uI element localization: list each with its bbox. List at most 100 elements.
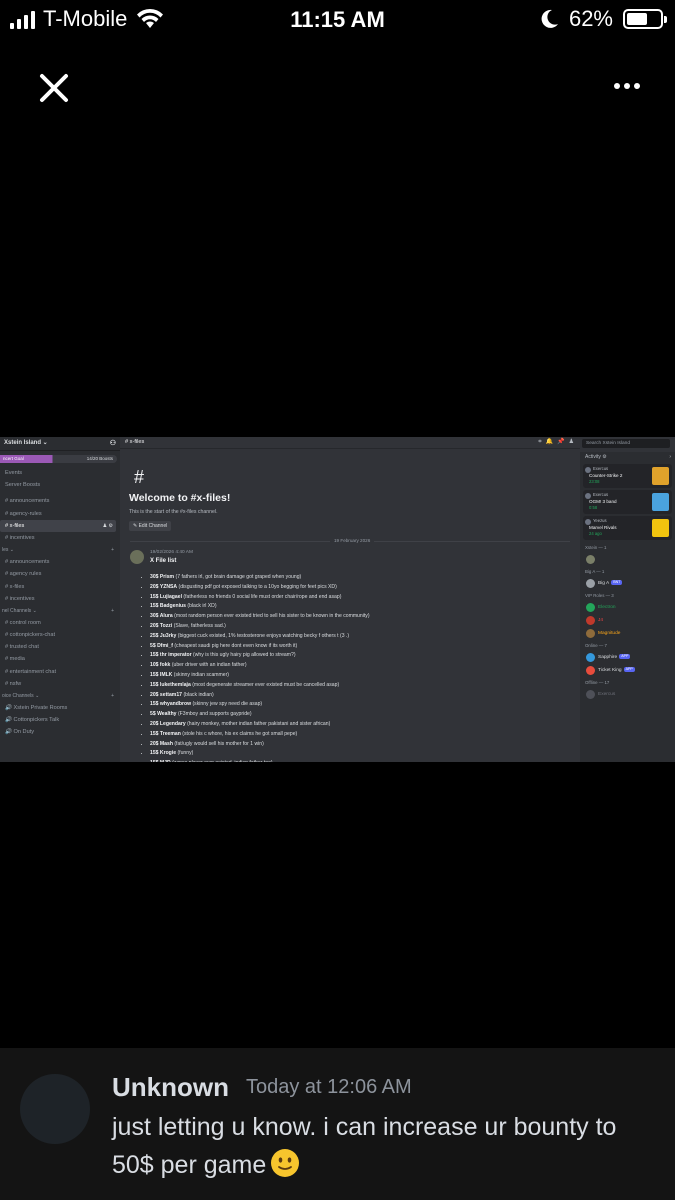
channel-label: On Duty	[13, 729, 35, 736]
list-item: 20$ Mash (fat/ugly would sell his mother…	[150, 740, 370, 750]
boost-goal-bar: ncert Goal 14/20 Boosts	[0, 455, 117, 463]
channel-item: # agency rules	[5, 571, 42, 578]
member-item: Electron	[580, 601, 675, 614]
server-name-label: Xstein Island	[4, 440, 42, 446]
header-icons: ⌗🔔📌♟	[538, 439, 578, 445]
channel-label: incentives	[9, 595, 35, 602]
more-options-button[interactable]	[607, 76, 647, 96]
list-item: 15$ IMLK (skinny indian scammer)	[150, 671, 370, 681]
share-icon: ⚇	[109, 440, 116, 447]
discord-chat-area: # x-files ⌗🔔📌♟ # Welcome to #x-files! Th…	[120, 437, 580, 762]
avatar[interactable]	[20, 1074, 90, 1144]
message-text: just letting u know. i can increase ur b…	[112, 1108, 657, 1184]
channel-item: # nsfw	[5, 680, 22, 687]
sender-name[interactable]: Unknown	[112, 1072, 229, 1103]
activity-card: Exercus Counter-Strike 2 23:08	[583, 464, 672, 488]
battery-fill	[627, 13, 647, 25]
list-item-desc: (F3mboy and supports gaypride)	[177, 711, 252, 718]
list-item-price-name: 15$ lukethemlaja	[150, 681, 191, 688]
more-dot	[614, 83, 620, 89]
list-item-price-name: 25$ Ju3rky	[150, 632, 177, 639]
member-tag: APP	[623, 667, 635, 673]
list-item-price-name: 10$ fokk	[150, 662, 171, 669]
member-name: J4	[598, 618, 604, 623]
voice-channel-item: 🔊 On Duty	[5, 729, 35, 736]
category-header: les ⌄ +	[0, 544, 120, 556]
channel-label: entertainment chat	[9, 668, 57, 675]
channel-label: announcements	[9, 559, 50, 566]
activity-card: Yeezus Marvel Rivals 24 ago	[583, 516, 672, 540]
boost-goal-label: ncert Goal	[3, 456, 24, 461]
list-item: 20$ Legendary (hairy monkey, mother indi…	[150, 720, 370, 730]
category-label: oice Channels	[2, 693, 34, 699]
moon-icon	[541, 9, 558, 28]
slightly-smiling-face-emoji	[271, 1149, 300, 1177]
member-tag: APP	[619, 654, 631, 660]
avatar	[586, 579, 595, 588]
date-divider-label: 19 February 2026	[330, 538, 375, 543]
list-item-price-name: 15$ MJD	[150, 760, 171, 762]
list-item: 30$ Alura (most random person ever exist…	[150, 612, 370, 622]
channel-label: incentives	[9, 534, 35, 541]
member-tag: BNT	[611, 580, 623, 586]
member-name: Magnitude	[598, 631, 621, 636]
game-art	[652, 493, 669, 511]
member-section-header: Xstein — 1	[585, 545, 607, 550]
channel-label: control room	[9, 619, 41, 626]
channel-item: # cottonpickers-chat	[5, 632, 56, 639]
channel-item: # announcements	[5, 559, 50, 566]
activity-card: Exercus OGM! 3 band 0:58	[583, 490, 672, 514]
message-timestamp: 19/02/2026 4:40 AM	[150, 550, 193, 555]
activity-duration: 24 ago	[589, 531, 602, 536]
channel-settings-icon: ♟ ⚙	[102, 522, 113, 529]
list-item-desc: (skinny jew spy need die asap)	[192, 701, 263, 708]
list-item: 5$ Wealthy (F3mboy and supports gaypride…	[150, 710, 370, 720]
game-art	[652, 467, 669, 485]
date-divider: 19 February 2026	[130, 538, 570, 543]
member-section-header: Online — 7	[585, 643, 607, 648]
list-item-desc: (skinny indian scammer)	[173, 671, 229, 678]
close-button[interactable]	[36, 70, 72, 106]
activity-game: Counter-Strike 2	[589, 473, 623, 478]
list-item-price-name: 5$ Dfmi_f	[150, 642, 173, 649]
member-item: Ticket King APP	[580, 664, 675, 677]
list-item: 20$ YZNSA (disgusting pdf got exposed ta…	[150, 583, 370, 593]
search-bar: Search Xstein Island	[582, 439, 670, 448]
category-label: les	[2, 547, 9, 554]
channel-item: # announcements	[5, 498, 50, 505]
voice-channel-item: 🔊 Xstein Private Rooms	[5, 705, 68, 711]
list-item-desc: (uber driver with an indian father)	[171, 662, 247, 669]
list-item-price-name: 20$ YZNSA	[150, 583, 178, 590]
list-item-price-name: 15$ Treeman	[150, 730, 181, 737]
list-item: 15$ Lujiagael (fatherless no friends 0 s…	[150, 593, 370, 603]
channel-label: cottonpickers-chat	[9, 632, 56, 639]
avatar	[586, 690, 595, 699]
channel-label: agency rules	[9, 571, 42, 578]
battery-percent: 62%	[568, 6, 613, 31]
list-item-desc: (why is this ugly hairy pig allowed to s…	[193, 652, 296, 659]
battery-icon	[623, 9, 667, 29]
list-item: 15$ Badgenius (black irl XD)	[150, 602, 370, 612]
channel-label: nsfw	[9, 680, 22, 687]
list-item: 15$ Krogie (funny)	[150, 749, 370, 759]
list-item-desc: (fat/ugly would sell his mother for 1 wi…	[174, 740, 264, 747]
channel-label: trusted chat	[9, 644, 39, 651]
bounty-list: 30$ Prism (7 fathers irl, got brain dama…	[142, 573, 370, 762]
sidebar-item-events: Events	[5, 470, 23, 476]
discord-channel-sidebar: Xstein Island ⌄ ⚇ ncert Goal 14/20 Boost…	[0, 437, 120, 762]
list-item: 20$ settam17 (black indian)	[150, 691, 370, 701]
list-item: 15$ Treeman (stole his c whore, his ex c…	[150, 730, 370, 740]
member-section-header: Big A — 1	[585, 569, 605, 574]
channel-label: Cottonpickers Talk	[13, 717, 60, 724]
channel-header-title: x-files	[129, 439, 145, 445]
member-item: Sapphire APP	[580, 651, 675, 664]
edit-channel-button: ✎ Edit Channel	[129, 521, 172, 531]
category-label: nel Channels	[2, 607, 32, 614]
attached-image[interactable]: Xstein Island ⌄ ⚇ ncert Goal 14/20 Boost…	[0, 437, 675, 762]
avatar	[586, 653, 595, 662]
list-item-desc: (funny)	[177, 750, 194, 757]
member-item: J4	[580, 614, 675, 627]
member-item: Magnitude	[580, 627, 675, 640]
status-right: 62%	[539, 6, 667, 32]
list-item: 20$ Tozzi (Slave, fatherless sad.)	[150, 622, 370, 632]
